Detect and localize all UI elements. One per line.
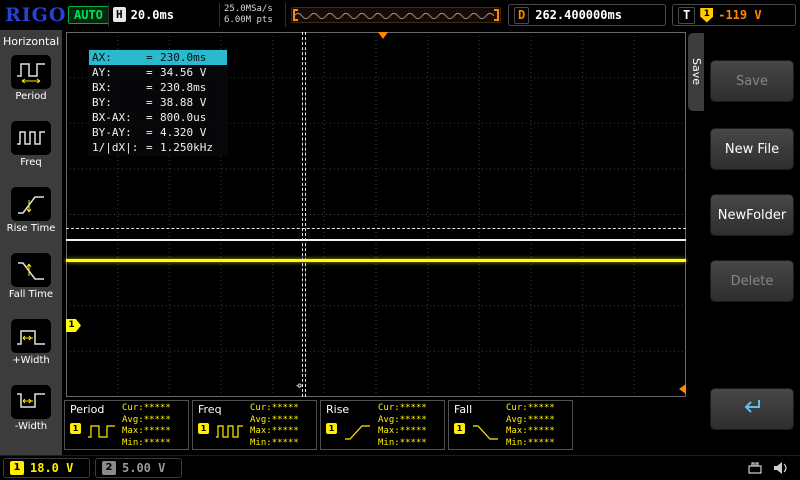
menu-tab-save: Save xyxy=(688,33,704,111)
cursor-info-row: BX:=230.8ms xyxy=(89,80,227,95)
measurement-freq[interactable]: Freq 1 Cur:***** Avg:***** Max:***** Min… xyxy=(192,400,317,450)
cursor-a-vertical-line[interactable] xyxy=(302,32,303,397)
delay-value: 262.400000ms xyxy=(535,8,622,22)
sidebar-item-label: Period xyxy=(0,91,62,102)
sidebar-item-rise-time[interactable]: Rise Time xyxy=(0,183,62,249)
waveform-overview-strip[interactable] xyxy=(291,7,501,23)
rise-time-icon xyxy=(11,187,51,221)
sidebar-item-label: -Width xyxy=(0,421,62,432)
softkey-menu: Save Save New File NewFolder Delete xyxy=(688,30,800,455)
acquisition-info: 25.0MSa/s 6.00M pts xyxy=(224,4,273,26)
measurement-bar: Period 1 Cur:***** Avg:***** Max:***** M… xyxy=(64,400,573,450)
channel2-scale: 5.00 V xyxy=(122,461,165,475)
channel-badge: 1 xyxy=(198,423,209,434)
bottom-status-bar: 1 18.0 V 2 5.00 V xyxy=(0,455,800,480)
cursor-measurements-panel: AX:=230.0ms AY:=34.56 V BX:=230.8ms BY:=… xyxy=(88,49,228,156)
channel1-badge: 1 xyxy=(10,461,24,475)
freq-icon xyxy=(11,121,51,155)
channel-badge: 1 xyxy=(326,423,337,434)
h-label: H xyxy=(113,7,126,22)
trigger-level-marker-icon[interactable] xyxy=(679,384,686,394)
save-button[interactable]: Save xyxy=(710,60,794,102)
topbar-divider xyxy=(108,3,109,27)
channel2-status[interactable]: 2 5.00 V xyxy=(95,458,182,478)
sidebar-item-label: Fall Time xyxy=(0,289,62,300)
measurement-name: Rise xyxy=(326,403,349,416)
trigger-level-value: -119 V xyxy=(718,8,761,22)
cursor-b-vertical-line[interactable] xyxy=(305,32,306,397)
overview-waveform-icon xyxy=(292,9,498,23)
measurement-stats: Cur:***** Avg:***** Max:***** Min:***** xyxy=(506,403,555,449)
trigger-info[interactable]: T 1 -119 V xyxy=(672,4,796,26)
fall-wave-icon xyxy=(470,421,502,447)
cursor-info-row: AX:=230.0ms xyxy=(89,50,227,65)
waveform-display[interactable]: ◃▹ 1 AX:=230.0ms AY:=34.56 V BX:=230.8ms… xyxy=(66,32,686,397)
delete-button[interactable]: Delete xyxy=(710,260,794,302)
measurement-stats: Cur:***** Avg:***** Max:***** Min:***** xyxy=(250,403,299,449)
new-file-button[interactable]: New File xyxy=(710,128,794,170)
measurement-name: Freq xyxy=(198,403,222,416)
measurement-stats: Cur:***** Avg:***** Max:***** Min:***** xyxy=(122,403,171,449)
timebase-value: 20.0ms xyxy=(131,8,174,22)
sidebar-item-freq[interactable]: Freq xyxy=(0,117,62,183)
sidebar-item-fall-time[interactable]: Fall Time xyxy=(0,249,62,315)
back-button[interactable] xyxy=(710,388,794,430)
sidebar-item-period[interactable]: Period xyxy=(0,51,62,117)
usb-icon xyxy=(746,460,764,480)
sample-rate: 25.0MSa/s xyxy=(224,4,273,15)
measurement-stats: Cur:***** Avg:***** Max:***** Min:***** xyxy=(378,403,427,449)
cursor-a-horizontal-line[interactable] xyxy=(66,239,686,241)
plus-width-icon xyxy=(11,319,51,353)
horizontal-timebase[interactable]: H 20.0ms xyxy=(113,7,174,22)
delay-label: D xyxy=(514,7,529,24)
speaker-icon[interactable] xyxy=(772,460,790,480)
return-arrow-icon xyxy=(737,406,767,421)
channel1-trace xyxy=(66,259,686,262)
channel-badge: 1 xyxy=(454,423,465,434)
channel-badge: 1 xyxy=(70,423,81,434)
freq-wave-icon xyxy=(214,421,246,447)
measurement-fall[interactable]: Fall 1 Cur:***** Avg:***** Max:***** Min… xyxy=(448,400,573,450)
cursor-x-handle-icon[interactable]: ◃▹ xyxy=(296,381,301,391)
sidebar-title: Horizontal xyxy=(0,30,62,51)
trigger-label: T xyxy=(678,7,695,24)
overview-right-bracket-icon xyxy=(494,9,499,21)
measurement-name: Fall xyxy=(454,403,472,416)
trigger-delay[interactable]: D 262.400000ms xyxy=(508,4,666,26)
overview-left-bracket-icon xyxy=(293,9,298,21)
sidebar-item-minus-width[interactable]: -Width xyxy=(0,381,62,447)
channel1-scale: 18.0 V xyxy=(30,461,73,475)
rise-wave-icon xyxy=(342,421,374,447)
cursor-info-row: 1/|dX|:=1.250kHz xyxy=(89,140,227,155)
period-wave-icon xyxy=(86,421,118,447)
new-folder-button[interactable]: NewFolder xyxy=(710,194,794,236)
channel1-status[interactable]: 1 18.0 V xyxy=(3,458,90,478)
measurement-rise[interactable]: Rise 1 Cur:***** Avg:***** Max:***** Min… xyxy=(320,400,445,450)
fall-time-icon xyxy=(11,253,51,287)
oscilloscope-screen: RIGOL AUTO H 20.0ms 25.0MSa/s 6.00M pts … xyxy=(0,0,800,480)
cursor-info-row: AY:=34.56 V xyxy=(89,65,227,80)
cursor-info-row: BY-AY:=4.320 V xyxy=(89,125,227,140)
top-status-bar: RIGOL AUTO H 20.0ms 25.0MSa/s 6.00M pts … xyxy=(0,0,800,30)
sidebar-item-label: +Width xyxy=(0,355,62,366)
trigger-source-badge: 1 xyxy=(700,8,713,23)
topbar-divider xyxy=(219,3,220,27)
sidebar-item-plus-width[interactable]: +Width xyxy=(0,315,62,381)
topbar-divider xyxy=(285,3,286,27)
trigger-position-marker-icon[interactable] xyxy=(378,32,388,39)
minus-width-icon xyxy=(11,385,51,419)
cursor-info-row: BY:=38.88 V xyxy=(89,95,227,110)
horizontal-measure-sidebar: Horizontal Period Freq Rise Time Fall Ti… xyxy=(0,30,62,455)
cursor-b-horizontal-line[interactable] xyxy=(66,228,686,229)
run-status-badge[interactable]: AUTO xyxy=(68,6,109,24)
memory-depth: 6.00M pts xyxy=(224,15,273,26)
sidebar-item-label: Rise Time xyxy=(0,223,62,234)
measurement-name: Period xyxy=(70,403,104,416)
channel2-badge: 2 xyxy=(102,461,116,475)
sidebar-item-label: Freq xyxy=(0,157,62,168)
period-icon xyxy=(11,55,51,89)
cursor-info-row: BX-AX:=800.0us xyxy=(89,110,227,125)
measurement-period[interactable]: Period 1 Cur:***** Avg:***** Max:***** M… xyxy=(64,400,189,450)
